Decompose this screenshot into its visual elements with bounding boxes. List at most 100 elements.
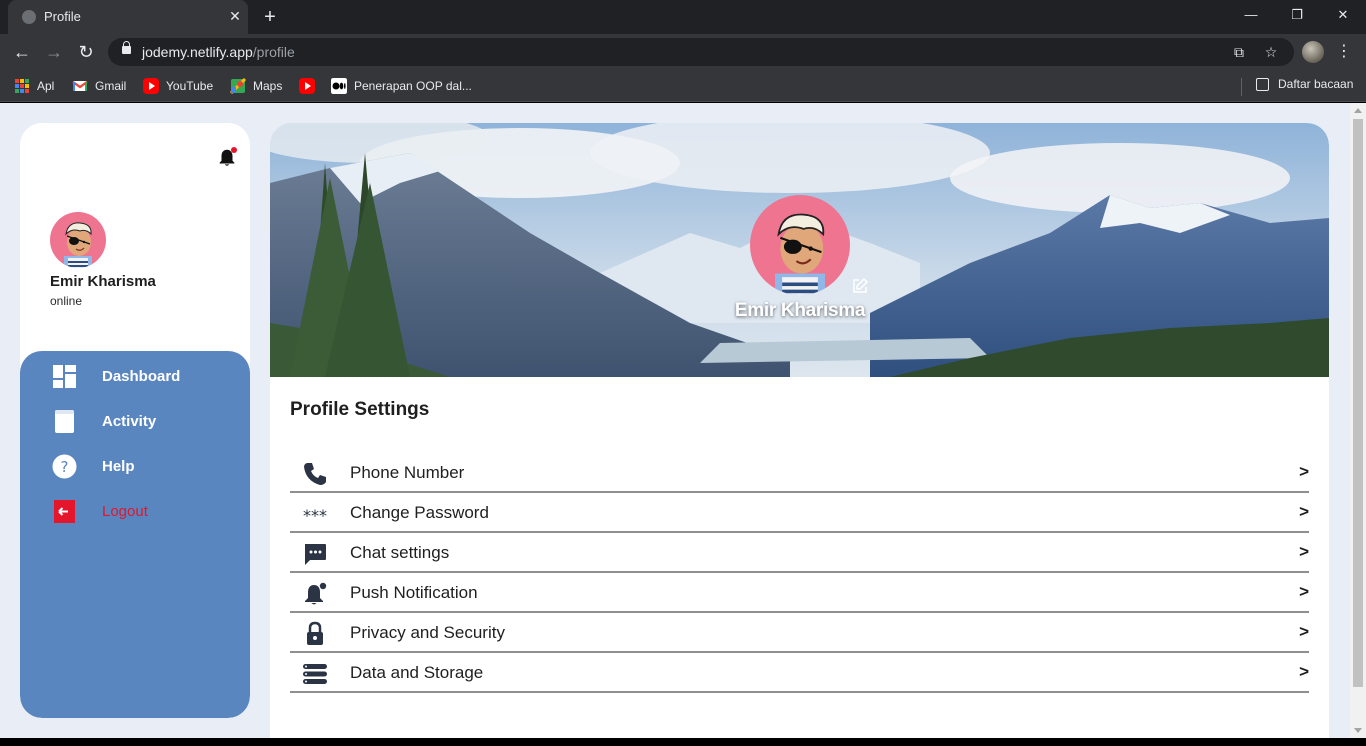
sidebar-item-dashboard[interactable]: Dashboard (52, 362, 180, 390)
new-tab-button[interactable]: + (258, 6, 282, 28)
star-icon[interactable]: ☆ (1262, 43, 1280, 61)
setting-row-change-password[interactable]: *** Change Password > (290, 493, 1309, 533)
bookmark-label: Penerapan OOP dal... (354, 79, 472, 93)
setting-row-privacy-security[interactable]: Privacy and Security > (290, 613, 1309, 653)
maps-icon (230, 78, 246, 94)
sidebar-user-name: Emir Kharisma (50, 273, 156, 290)
youtube-icon (299, 78, 315, 94)
sidebar-nav: Dashboard Activity ? Help Logout (20, 351, 250, 718)
profile-card: Emir Kharisma Profile Settings Phone Num… (270, 123, 1329, 738)
sidebar-item-help[interactable]: ? Help (52, 452, 135, 480)
forward-icon[interactable]: → (42, 40, 66, 64)
page-scrollbar[interactable] (1350, 103, 1366, 738)
medium-icon (331, 78, 347, 94)
apps-grid-icon (15, 79, 29, 93)
url-path: /profile (252, 44, 295, 60)
bookmark-label: Maps (253, 79, 283, 93)
settings-list: Phone Number > *** Change Password > Cha… (290, 453, 1309, 693)
scroll-thumb[interactable] (1353, 119, 1363, 687)
reading-list-label: Daftar bacaan (1278, 77, 1354, 91)
setting-label: Privacy and Security (350, 623, 505, 642)
chevron-right-icon: > (1299, 542, 1309, 561)
bookmarks-bar: Apl Gmail YouTube Maps Penerapan OOP dal… (0, 70, 1366, 102)
phone-icon (304, 463, 326, 485)
reading-list-button[interactable]: Daftar bacaan (1256, 77, 1353, 91)
bookmark-apps[interactable]: Apl (15, 77, 54, 95)
notification-dot (231, 147, 237, 153)
window-close-icon[interactable]: ✕ (1330, 4, 1356, 26)
setting-row-chat-settings[interactable]: Chat settings > (290, 533, 1309, 573)
url-host: jodemy.netlify.app (142, 44, 253, 60)
setting-label: Change Password (350, 503, 489, 522)
sidebar-item-label: Dashboard (102, 367, 181, 385)
page-viewport: Emir Kharisma online Dashboard Activity (0, 103, 1350, 738)
tab-title: Profile (44, 9, 81, 24)
browser-profile-avatar[interactable] (1302, 41, 1324, 63)
avatar-illustration-icon (775, 213, 825, 295)
sidebar-item-label: Help (102, 457, 135, 475)
svg-text:?: ? (61, 458, 69, 476)
chevron-right-icon: > (1299, 462, 1309, 481)
back-icon[interactable]: ← (10, 40, 34, 64)
lock-icon[interactable] (122, 41, 131, 54)
chevron-right-icon: > (1299, 622, 1309, 641)
profile-banner: Emir Kharisma (270, 123, 1329, 377)
banner-user-name: Emir Kharisma (734, 300, 866, 321)
sidebar-item-activity[interactable]: Activity (52, 407, 156, 435)
bookmark-youtube[interactable]: YouTube (143, 77, 213, 95)
minimize-icon[interactable]: — (1238, 4, 1264, 26)
reading-list-icon (1256, 77, 1269, 91)
taskbar-edge (0, 738, 1366, 746)
setting-row-phone-number[interactable]: Phone Number > (290, 453, 1309, 493)
chat-icon (305, 544, 326, 565)
chevron-right-icon: > (1299, 662, 1309, 681)
browser-toolbar: ← → ↻ jodemy.netlify.app/profile ⧉ ☆ ⋮ (0, 34, 1366, 70)
sidebar-item-logout[interactable]: Logout (52, 497, 148, 525)
setting-row-data-storage[interactable]: Data and Storage > (290, 653, 1309, 693)
reload-icon[interactable]: ↻ (74, 40, 98, 64)
page-title: Profile Settings (290, 399, 430, 420)
browser-tabbar: Profile ✕ + — ❐ ✕ (0, 0, 1366, 34)
bookmark-maps[interactable]: Maps (230, 77, 282, 95)
bookmark-youtube-video[interactable] (299, 77, 322, 95)
setting-label: Push Notification (350, 583, 478, 602)
bookmark-label: Gmail (95, 79, 127, 93)
bookmark-medium[interactable]: Penerapan OOP dal... (331, 77, 472, 95)
setting-label: Data and Storage (350, 663, 484, 682)
setting-label: Chat settings (350, 543, 450, 562)
tab-close-icon[interactable]: ✕ (226, 7, 244, 25)
bookmarks-divider (1241, 78, 1242, 96)
banner-avatar[interactable] (750, 195, 850, 295)
address-bar[interactable]: jodemy.netlify.app/profile ⧉ ☆ (108, 38, 1294, 66)
setting-row-push-notification[interactable]: Push Notification > (290, 573, 1309, 613)
url-text[interactable]: jodemy.netlify.app/profile (142, 44, 295, 60)
globe-icon (22, 10, 36, 24)
edit-icon[interactable] (851, 277, 869, 295)
svg-text:***: *** (303, 506, 327, 525)
restore-icon[interactable]: ❐ (1284, 4, 1310, 26)
bookmark-label: Apl (37, 79, 55, 93)
book-icon (55, 409, 74, 433)
browser-tab[interactable]: Profile ✕ (8, 0, 248, 34)
gmail-icon (72, 81, 88, 91)
scroll-down-icon[interactable] (1354, 728, 1362, 733)
logout-icon (54, 499, 75, 523)
youtube-icon (143, 78, 159, 94)
sidebar-user-status: online (50, 294, 83, 308)
dashboard-icon (53, 364, 76, 388)
storage-icon (303, 664, 327, 684)
translate-icon[interactable]: ⧉ (1230, 43, 1248, 61)
scroll-up-icon[interactable] (1354, 108, 1362, 113)
bookmark-gmail[interactable]: Gmail (72, 77, 126, 95)
chevron-right-icon: > (1299, 502, 1309, 521)
avatar[interactable] (50, 212, 106, 268)
avatar-illustration-icon (64, 222, 92, 268)
bookmark-label: YouTube (166, 79, 214, 93)
password-icon: *** (303, 506, 327, 525)
sidebar-item-label: Activity (102, 412, 157, 430)
lock-icon (307, 621, 323, 645)
kebab-menu-icon[interactable]: ⋮ (1334, 40, 1354, 64)
help-icon: ? (52, 454, 77, 478)
bell-icon (305, 582, 327, 605)
sidebar: Emir Kharisma online Dashboard Activity (20, 123, 250, 718)
